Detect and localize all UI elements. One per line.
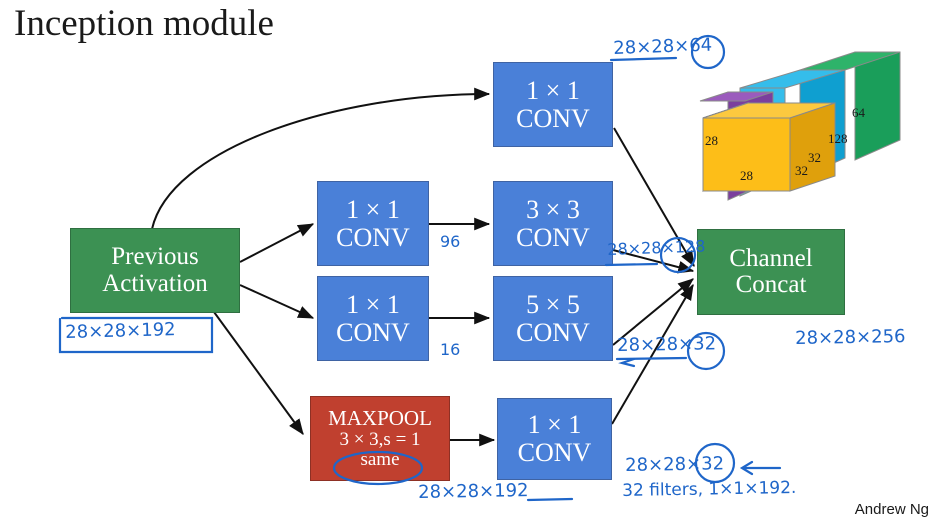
node-label-line3-same: same <box>360 448 400 470</box>
node-label-line2: CONV <box>336 222 410 252</box>
annotation-filters-96: 96 <box>440 232 461 251</box>
node-conv1x1-top[interactable]: 1 × 1 CONV <box>493 62 613 147</box>
node-conv1x1-a[interactable]: 1 × 1 CONV <box>317 181 429 266</box>
node-label-line2: Concat <box>735 271 807 298</box>
credit-label: Andrew Ng <box>854 501 929 518</box>
node-label-line1: 1 × 1 <box>346 289 400 319</box>
annotation-concat-out: 28×28×256 <box>795 326 906 349</box>
cube-label-height-28: 28 <box>705 133 718 148</box>
cube-label-depth-32a: 32 <box>795 163 808 178</box>
node-label-line1: Channel <box>729 244 813 272</box>
node-label-line2: CONV <box>516 317 590 347</box>
node-label-line2: CONV <box>516 222 590 252</box>
node-label-line1: Previous <box>111 243 199 270</box>
page-title: Inception module <box>14 3 274 44</box>
annotation-pool-conv-detail: 32 filters, 1×1×192. <box>622 477 797 501</box>
node-conv3x3[interactable]: 3 × 3 CONV <box>493 181 613 266</box>
edge-prev-to-maxpool <box>213 311 304 435</box>
cube-label-width-28: 28 <box>740 168 753 183</box>
node-label-line2: CONV <box>336 317 410 347</box>
node-conv5x5[interactable]: 5 × 5 CONV <box>493 276 613 361</box>
node-previous-activation[interactable]: Previous Activation <box>70 228 240 313</box>
node-label-line1: 1 × 1 <box>346 194 400 224</box>
annotation-out-5x5: 28×28×32 <box>617 333 717 356</box>
cube-label-depth-64: 64 <box>852 105 865 120</box>
node-label-line1: 1 × 1 <box>526 75 580 105</box>
annotation-out-pool-conv: 28×28×32 <box>625 453 725 476</box>
slide-canvas: Inception module Previous Activation 1 ×… <box>0 0 935 521</box>
node-label-line1: 1 × 1 <box>527 410 582 440</box>
annotation-filters-16: 16 <box>440 340 461 359</box>
node-label-line2: Activation <box>102 269 208 297</box>
annotation-input-shape: 28×28×192 <box>65 319 176 343</box>
node-label-line1: 3 × 3 <box>526 194 580 224</box>
node-conv1x1-b[interactable]: 1 × 1 CONV <box>317 276 429 361</box>
node-label-line2: CONV <box>516 103 590 133</box>
node-conv1x1-pool[interactable]: 1 × 1 CONV <box>497 398 612 480</box>
annotation-out-1x1-top: 28×28×64 <box>613 34 713 59</box>
node-label-line2: CONV <box>517 438 592 467</box>
node-label-line2: 3 × 3,s = 1 <box>339 428 421 450</box>
cube-label-depth-32b: 32 <box>808 150 821 165</box>
annotation-out-3x3: 28×28×128 <box>607 236 706 259</box>
annotation-pool-out: 28×28×192 <box>418 480 529 503</box>
node-label-line1: 5 × 5 <box>526 289 580 319</box>
node-maxpool[interactable]: MAXPOOL 3 × 3,s = 1 same <box>310 396 450 481</box>
edge-prev-to-conv1x1-b <box>239 284 315 319</box>
cube-label-depth-128: 128 <box>828 131 848 146</box>
node-channel-concat[interactable]: Channel Concat <box>697 229 845 315</box>
node-label-line1: MAXPOOL <box>328 406 432 431</box>
edge-prev-to-conv1x1-a <box>239 223 315 263</box>
